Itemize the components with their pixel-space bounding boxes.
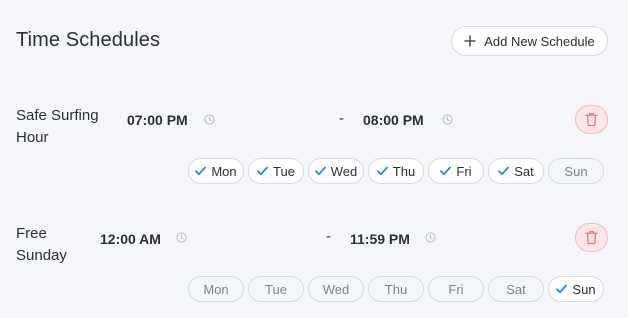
clock-icon[interactable] xyxy=(425,232,436,243)
day-label: Tue xyxy=(265,281,287,297)
day-label: Tue xyxy=(273,163,295,179)
check-icon xyxy=(257,166,268,176)
trash-icon xyxy=(585,112,598,127)
delete-schedule-button[interactable] xyxy=(575,105,608,134)
day-label: Mon xyxy=(211,163,237,179)
start-time[interactable]: 12:00 AM xyxy=(100,231,161,247)
day-toggle-thu[interactable]: Thu xyxy=(368,158,424,184)
day-label: Thu xyxy=(392,163,416,179)
day-label: Thu xyxy=(384,281,408,297)
clock-icon[interactable] xyxy=(442,114,453,125)
end-time[interactable]: 11:59 PM xyxy=(350,231,410,247)
day-label: Fri xyxy=(448,281,464,297)
trash-icon xyxy=(585,230,598,245)
check-icon xyxy=(556,284,568,294)
day-label: Mon xyxy=(203,281,229,297)
day-toggle-wed[interactable]: Wed xyxy=(308,276,364,302)
time-separator: - xyxy=(326,228,331,245)
day-selector: Mon Tue Wed Thu Fri Sat Sun xyxy=(188,276,604,302)
day-label: Wed xyxy=(330,163,358,179)
check-icon xyxy=(376,166,388,176)
time-separator: - xyxy=(339,110,344,127)
schedule-name[interactable]: Safe Surfing Hour xyxy=(16,105,111,149)
day-toggle-mon[interactable]: Mon xyxy=(188,276,244,302)
day-toggle-tue[interactable]: Tue xyxy=(248,276,304,302)
day-toggle-sun[interactable]: Sun xyxy=(548,276,604,302)
add-new-schedule-button[interactable]: Add New Schedule xyxy=(451,26,608,56)
page-title: Time Schedules xyxy=(16,29,161,51)
schedule-item: Safe Surfing Hour 07:00 PM - 08:00 PM Mo… xyxy=(0,95,628,195)
day-toggle-sun[interactable]: Sun xyxy=(548,158,604,184)
check-icon xyxy=(440,166,452,176)
check-icon xyxy=(498,166,510,176)
schedule-item: Free Sunday 12:00 AM - 11:59 PM Mon Tue … xyxy=(0,213,628,313)
day-label: Sun xyxy=(572,281,596,297)
day-label: Sun xyxy=(564,163,588,179)
day-toggle-fri[interactable]: Fri xyxy=(428,158,484,184)
plus-icon xyxy=(464,35,476,47)
day-selector: Mon Tue Wed Thu Fri Sat Sun xyxy=(188,158,604,184)
day-label: Fri xyxy=(456,163,472,179)
start-time[interactable]: 07:00 PM xyxy=(127,112,188,128)
day-label: Sat xyxy=(514,163,534,179)
delete-schedule-button[interactable] xyxy=(575,223,608,252)
end-time[interactable]: 08:00 PM xyxy=(363,112,424,128)
clock-icon[interactable] xyxy=(204,114,215,125)
day-toggle-tue[interactable]: Tue xyxy=(248,158,304,184)
check-icon xyxy=(195,166,207,176)
day-toggle-mon[interactable]: Mon xyxy=(188,158,244,184)
clock-icon[interactable] xyxy=(176,232,187,243)
day-toggle-thu[interactable]: Thu xyxy=(368,276,424,302)
check-icon xyxy=(314,166,326,176)
day-toggle-fri[interactable]: Fri xyxy=(428,276,484,302)
day-label: Sat xyxy=(506,281,526,297)
day-toggle-wed[interactable]: Wed xyxy=(308,158,364,184)
schedule-name[interactable]: Free Sunday xyxy=(16,223,76,267)
day-toggle-sat[interactable]: Sat xyxy=(488,158,544,184)
day-toggle-sat[interactable]: Sat xyxy=(488,276,544,302)
add-new-schedule-label: Add New Schedule xyxy=(484,33,595,49)
day-label: Wed xyxy=(322,281,350,297)
